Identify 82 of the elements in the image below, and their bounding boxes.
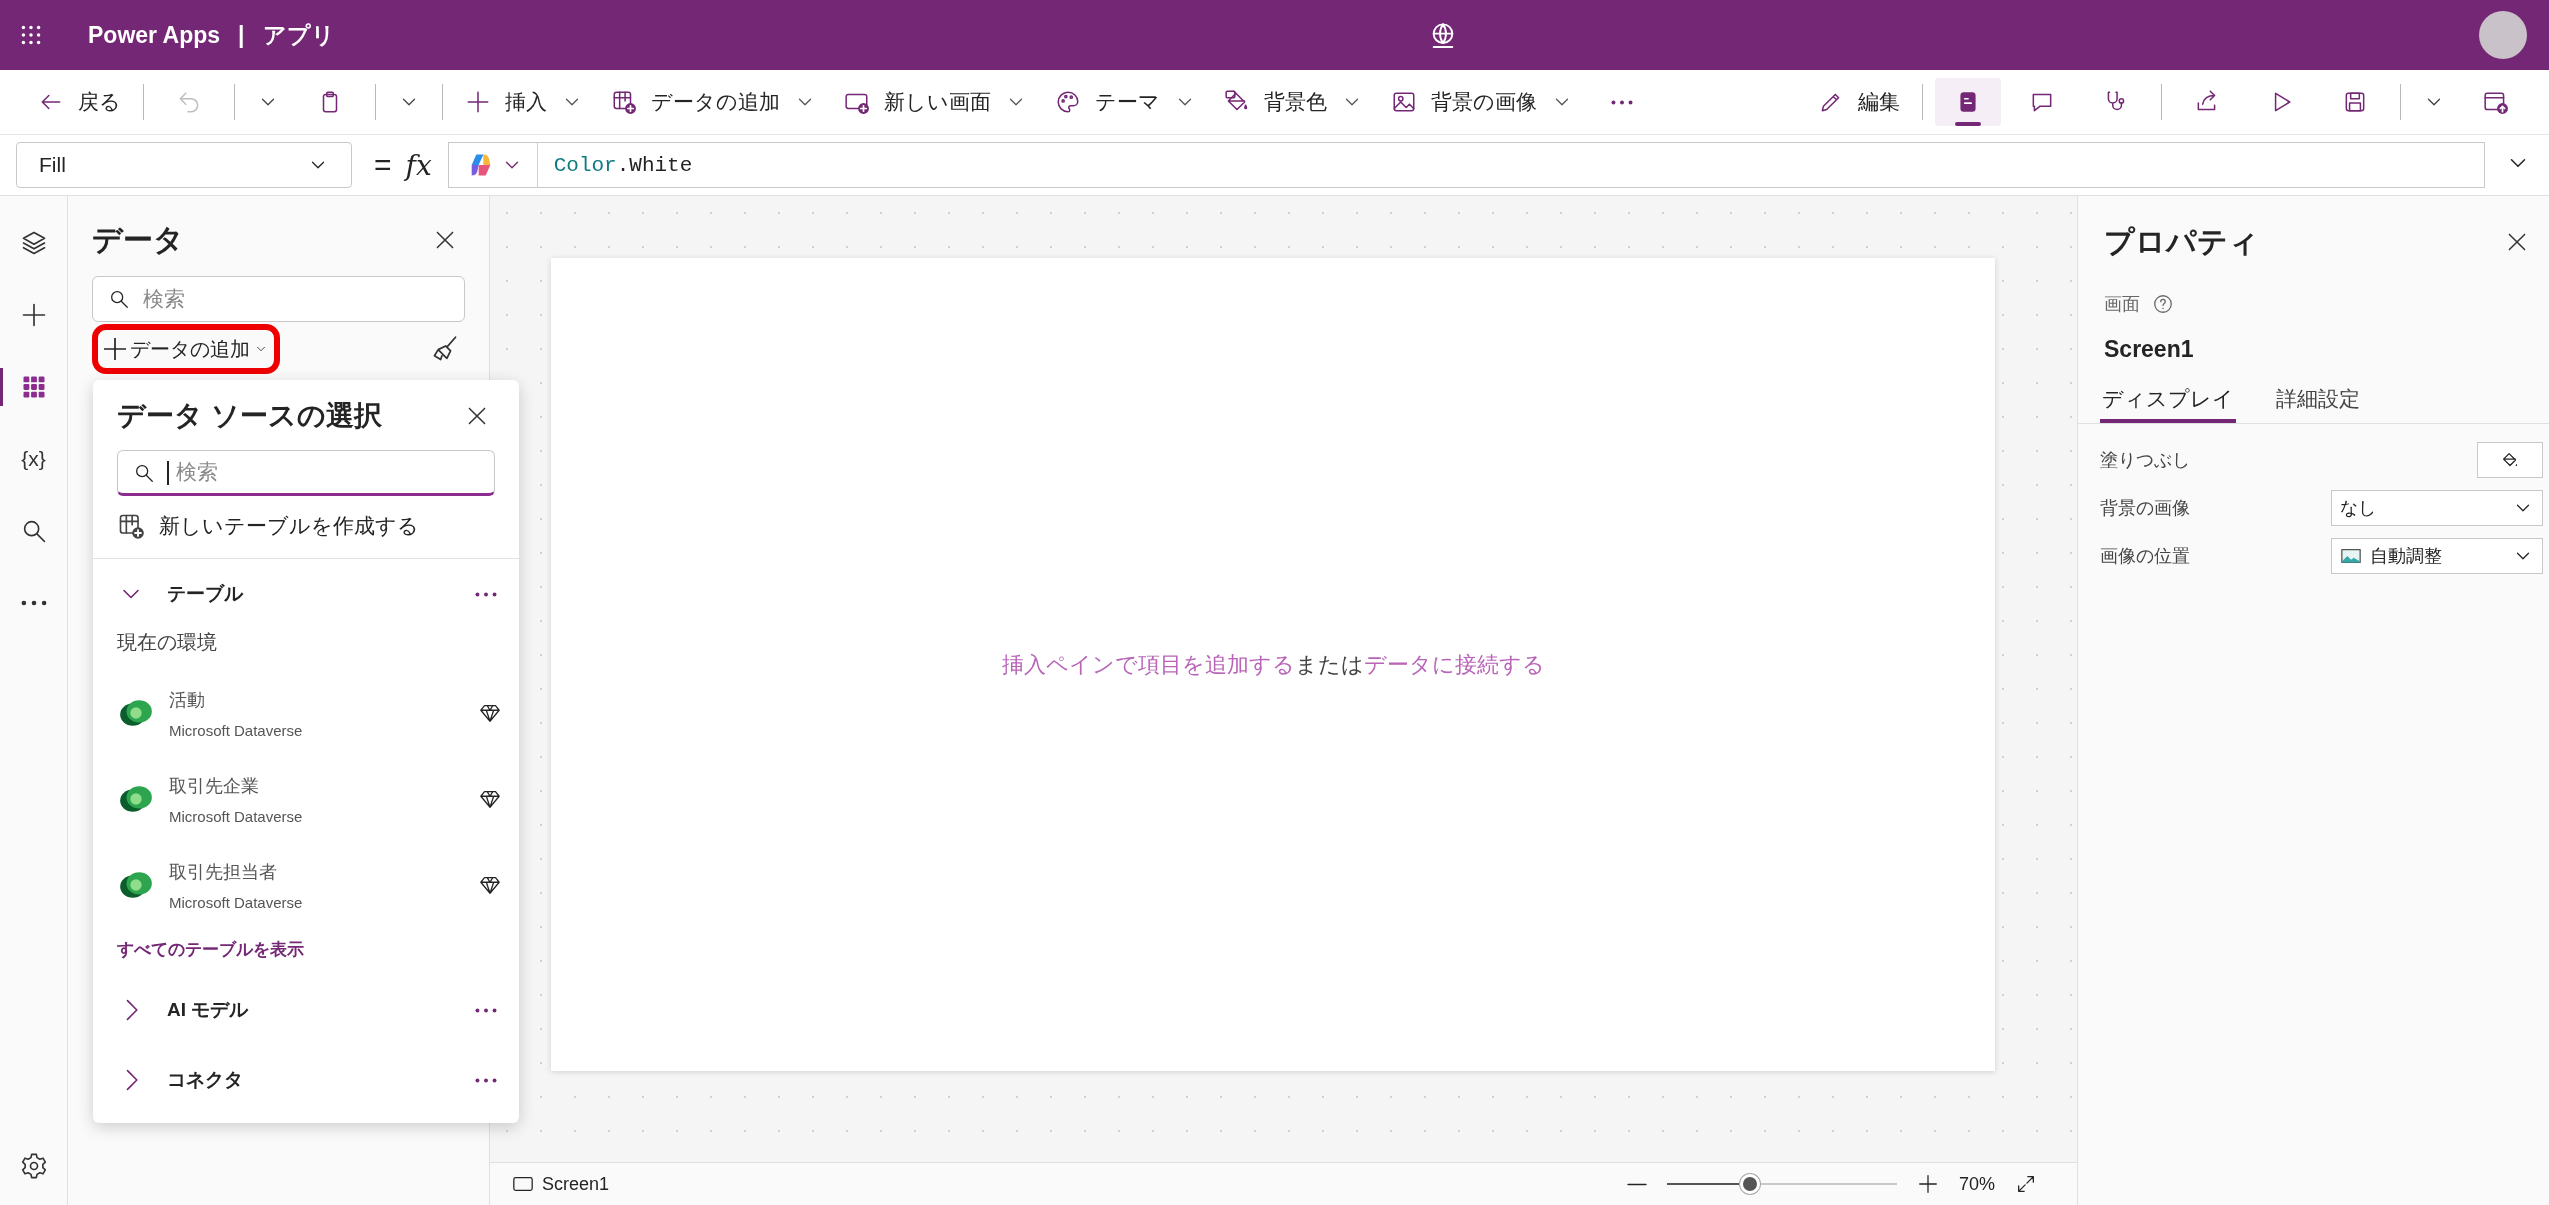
property-dropdown[interactable]: Fill [16,142,352,188]
more-icon [20,600,47,606]
property-dropdown[interactable]: 自動調整 [2331,538,2543,574]
property-dropdown[interactable]: なし [2331,490,2543,526]
fit-screen-button[interactable] [2015,1173,2037,1195]
more-options-button[interactable] [475,1077,497,1083]
toolbar-button[interactable]: テーマ [1045,78,1206,126]
user-avatar[interactable] [2479,11,2527,59]
pane-title: データ [92,221,184,258]
property-label: 背景の画像 [2100,497,2190,520]
more-options-button[interactable] [475,591,497,597]
broom-icon [432,336,458,362]
source-name: Microsoft Dataverse [169,807,304,825]
toolbar-button[interactable]: 戻る [28,78,131,126]
app-name: Power Apps [88,21,221,49]
minus-icon [1626,1181,1647,1187]
toolbar-button[interactable]: 挿入 [455,78,593,126]
formula-field[interactable]: Color.White [447,142,2485,188]
source-name: Microsoft Dataverse [169,893,304,911]
section-header[interactable]: コネクタ [117,1066,243,1094]
pane-title: プロパティ [2104,223,2259,260]
add-data-button[interactable]: データの追加 [92,324,280,374]
panel-title: データ ソースの選択 [117,399,382,433]
zoom-percentage: 70% [1958,1173,1995,1195]
canvas-hint: 挿入ペインで項目を追加する またはデータに接続する [1001,650,1545,679]
table-list-item[interactable]: 活動 Microsoft Dataverse [93,670,519,756]
hint-link[interactable]: データに接続する [1363,651,1545,677]
fx-label: fx [405,148,432,182]
table-name: 活動 [169,688,206,712]
table-list-item[interactable]: 取引先企業 Microsoft Dataverse [93,756,519,842]
screen-selector[interactable]: Screen1 [512,1173,610,1195]
toolbar-button[interactable]: 背景の画像 [1381,78,1583,126]
premium-diamond-icon [479,788,501,810]
toolbar-button[interactable]: 編集 [1808,78,1910,126]
title-separator: | [238,21,245,49]
premium-diamond-icon [479,874,501,896]
property-label: 塗りつぶし [2100,449,2190,472]
table-add-icon [117,512,145,540]
settings-icon [19,1152,48,1180]
equals-sign: = [374,148,392,182]
section-header[interactable]: テーブル [117,580,243,608]
help-icon[interactable] [2152,293,2174,315]
tab[interactable]: ディスプレイ [2100,379,2236,423]
plus-icon [104,338,126,360]
app-subtitle: アプリ [262,20,335,50]
table-name: 取引先企業 [169,774,260,798]
formula-text: Color.White [552,153,693,177]
toolbar-button[interactable]: 背景色 [1214,78,1373,126]
more-icon [1611,99,1633,105]
variables-button[interactable]: {x} [0,434,68,484]
text-cursor [167,461,169,485]
search-field[interactable]: 検索 [117,450,495,496]
zoom-out-button[interactable] [1626,1181,1647,1187]
more-icon [475,1007,497,1013]
palette-icon [1055,89,1081,115]
hint-link[interactable]: 挿入ペインで項目を追加する [1001,651,1295,677]
tab[interactable]: 詳細設定 [2274,379,2362,423]
section-header[interactable]: AI モデル [117,996,249,1024]
slider-thumb[interactable] [1739,1174,1760,1194]
source-name: Microsoft Dataverse [169,721,304,739]
search-field[interactable]: 検索 [92,276,465,322]
table-add-icon [611,89,637,115]
more-options-button[interactable] [475,1007,497,1013]
show-all-tables-link[interactable]: すべてのテーブルを表示 [93,938,519,961]
toolbar-button[interactable]: 新しい画面 [834,78,1037,126]
control-name: Screen1 [2103,336,2195,363]
control-type-label: 画面 [2104,293,2140,316]
color-picker-button[interactable] [2477,442,2543,478]
plus-icon [1916,1173,1939,1195]
group-label: 現在の環境 [116,630,218,655]
more-icon [475,591,497,597]
table-name: 取引先担当者 [169,860,278,884]
more-icon [475,1077,497,1083]
zoom-in-button[interactable] [1916,1173,1939,1195]
premium-diamond-icon [479,702,501,724]
create-table-button[interactable]: 新しいテーブルを作成する [117,506,419,546]
property-label: 画像の位置 [2100,545,2190,568]
expand-icon [2015,1173,2037,1195]
table-list-item[interactable]: 取引先担当者 Microsoft Dataverse [93,842,519,928]
plus-icon [465,89,491,115]
notes-button[interactable] [1935,78,2001,126]
toolbar-button[interactable]: データの追加 [601,78,826,126]
